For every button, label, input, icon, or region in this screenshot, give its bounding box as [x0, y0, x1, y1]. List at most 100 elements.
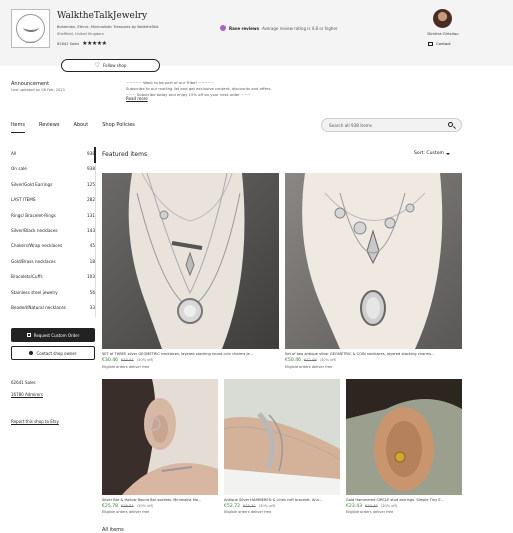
shop-name[interactable]: WalktheTalkJewelry [57, 11, 147, 21]
shop-tabs: Items Reviews About Shop Policies [11, 122, 135, 133]
category-rings[interactable]: Rings/ Bracelet-Rings 131 [11, 213, 95, 218]
category-label: Bracelets/Cuffs [11, 274, 43, 279]
admirers-link[interactable]: 16780 Admirers [11, 392, 43, 397]
report-shop-link[interactable]: Report this shop to Etsy [11, 419, 59, 424]
category-label: Silver/Black necklaces [11, 228, 58, 233]
heart-icon: ♡ [94, 61, 100, 69]
request-custom-order-button[interactable]: Request Custom Order [11, 328, 95, 342]
category-label: Chokers/Wrap necklaces [11, 243, 63, 248]
read-more-link[interactable]: Read more [126, 96, 148, 101]
delivery-note: Eligible orders deliver free [346, 510, 394, 514]
original-price: €36.83 [121, 504, 134, 508]
stag-icon [23, 22, 39, 32]
listing-title[interactable]: Gold Hammered CIRCLE stud earrings. Simp… [346, 498, 462, 502]
category-count: 282 [87, 197, 95, 202]
delivery-note: Eligible orders deliver free [224, 510, 272, 514]
category-count: 143 [87, 228, 95, 233]
discount: (30% off) [380, 504, 398, 508]
clipboard-icon [26, 333, 31, 337]
listing-title[interactable]: SET of THREE silver GEOMETRIC necklaces,… [102, 352, 279, 356]
listing-title[interactable]: Set of two antique silver GEOMETRIC & CO… [285, 352, 462, 356]
category-count: 56 [89, 290, 95, 295]
sidebar-divider [95, 147, 96, 317]
follow-label: Follow shop [102, 63, 127, 68]
discount: (30% off) [136, 504, 154, 508]
sales-count: 62641 Sales [57, 41, 80, 46]
contact-owner-link[interactable]: Contact [428, 41, 451, 46]
tab-about[interactable]: About [73, 122, 88, 133]
announcement-date: Last updated on 08 Feb, 2023 [11, 88, 65, 92]
product-image[interactable] [102, 173, 279, 349]
tab-items[interactable]: Items [11, 122, 25, 133]
product-image[interactable] [346, 379, 462, 495]
sale-price: €23.43 [346, 504, 363, 509]
category-gold-necklaces[interactable]: Gold/Brass necklaces 18 [11, 259, 95, 264]
delivery-note: Eligible orders deliver free [102, 510, 150, 514]
owner-name[interactable]: Dimitra Girtsilou [420, 31, 466, 36]
follow-shop-button[interactable]: ♡ Follow shop [61, 59, 160, 72]
listing-price: €50.46 €72.09 (30% off) [285, 358, 336, 363]
category-count: 131 [87, 213, 95, 218]
category-label: LAST ITEMS [11, 197, 36, 202]
category-count: 18 [89, 259, 95, 264]
featured-items-heading: Featured items [102, 151, 148, 158]
category-silver-necklaces[interactable]: Silver/Black necklaces 143 [11, 228, 95, 233]
original-price: €75.32 [243, 504, 256, 508]
category-earrings[interactable]: Silver/Gold Earrings 125 [11, 182, 95, 187]
product-image[interactable] [285, 173, 462, 349]
sort-label: Sort: Custom [414, 151, 445, 156]
sale-price: €52.72 [224, 504, 241, 509]
shop-logo[interactable]: jewels [11, 9, 50, 48]
listing-price: €52.72 €75.32 (30% off) [224, 504, 275, 509]
category-label: All [11, 151, 17, 156]
category-stainless[interactable]: Stainless steel jewelry 56 [11, 290, 95, 295]
owner-avatar[interactable] [433, 9, 452, 28]
sale-price: €25.78 [102, 504, 119, 509]
category-label: Rings/ Bracelet-Rings [11, 213, 56, 218]
contact-shop-owner-button[interactable]: Contact shop owner [11, 346, 95, 360]
category-count: 938 [87, 166, 95, 171]
shop-tagline: Bohemian, Ethnic, Minimalistic Treasures… [57, 25, 159, 29]
sales-rating: 62641 Sales ★★★★★ [57, 40, 107, 47]
category-beaded[interactable]: Beaded/Natural necklaces 33 [11, 305, 95, 310]
chevron-down-icon [446, 152, 451, 155]
listing-price: €30.46 €43.51 (30% off) [102, 358, 153, 363]
listing-card[interactable]: SET of THREE silver GEOMETRIC necklaces,… [102, 173, 279, 373]
category-bracelets[interactable]: Bracelets/Cuffs 103 [11, 274, 95, 279]
product-image[interactable] [224, 379, 340, 495]
category-on-sale[interactable]: On sale 938 [11, 166, 95, 171]
delivery-note: Eligible orders deliver free [285, 365, 333, 369]
category-count: 33 [89, 305, 95, 310]
tab-reviews[interactable]: Reviews [39, 122, 59, 133]
category-all[interactable]: All 938 [11, 151, 95, 156]
category-count: 45 [89, 243, 95, 248]
category-count: 103 [87, 274, 95, 279]
chat-icon [29, 351, 34, 355]
sale-price: €50.46 [285, 358, 302, 363]
search-icon[interactable] [447, 121, 456, 130]
all-items-heading: All items [102, 527, 124, 533]
listing-card[interactable]: Silver Bar & Hollow Round Bar sockets, M… [102, 379, 218, 519]
category-last-items[interactable]: LAST ITEMS 282 [11, 197, 95, 202]
category-count: 938 [87, 151, 95, 156]
listing-card[interactable]: Gold Hammered CIRCLE stud earrings. Simp… [346, 379, 462, 519]
original-price: €33.48 [365, 504, 378, 508]
category-label: Silver/Gold Earrings [11, 182, 53, 187]
search-input[interactable]: Search all 938 items [321, 118, 462, 132]
listing-card[interactable]: Set of two antique silver GEOMETRIC & CO… [285, 173, 462, 373]
announcement-text: ~~~~~ Want to be part of our Tribe! ~~~~… [126, 80, 326, 98]
listing-title[interactable]: Silver Bar & Hollow Round Bar sockets, M… [102, 498, 218, 502]
category-chokers[interactable]: Chokers/Wrap necklaces 45 [11, 243, 95, 248]
rating-stars[interactable]: ★★★★★ [82, 40, 107, 47]
listing-card[interactable]: Antique Silver HAMMERED & Lines cuff bra… [224, 379, 340, 519]
listing-title[interactable]: Antique Silver HAMMERED & Lines cuff bra… [224, 498, 340, 502]
listing-price: €25.78 €36.83 (30% off) [102, 504, 153, 509]
category-label: Gold/Brass necklaces [11, 259, 56, 264]
sidebar-sales: 62641 Sales [11, 380, 36, 385]
contact-owner-label: Contact shop owner [36, 350, 77, 356]
tab-shop-policies[interactable]: Shop Policies [102, 122, 135, 133]
product-image[interactable] [102, 379, 218, 495]
sale-price: €30.46 [102, 358, 119, 363]
sort-dropdown[interactable]: Sort: Custom [414, 151, 451, 156]
original-price: €72.09 [304, 358, 317, 362]
